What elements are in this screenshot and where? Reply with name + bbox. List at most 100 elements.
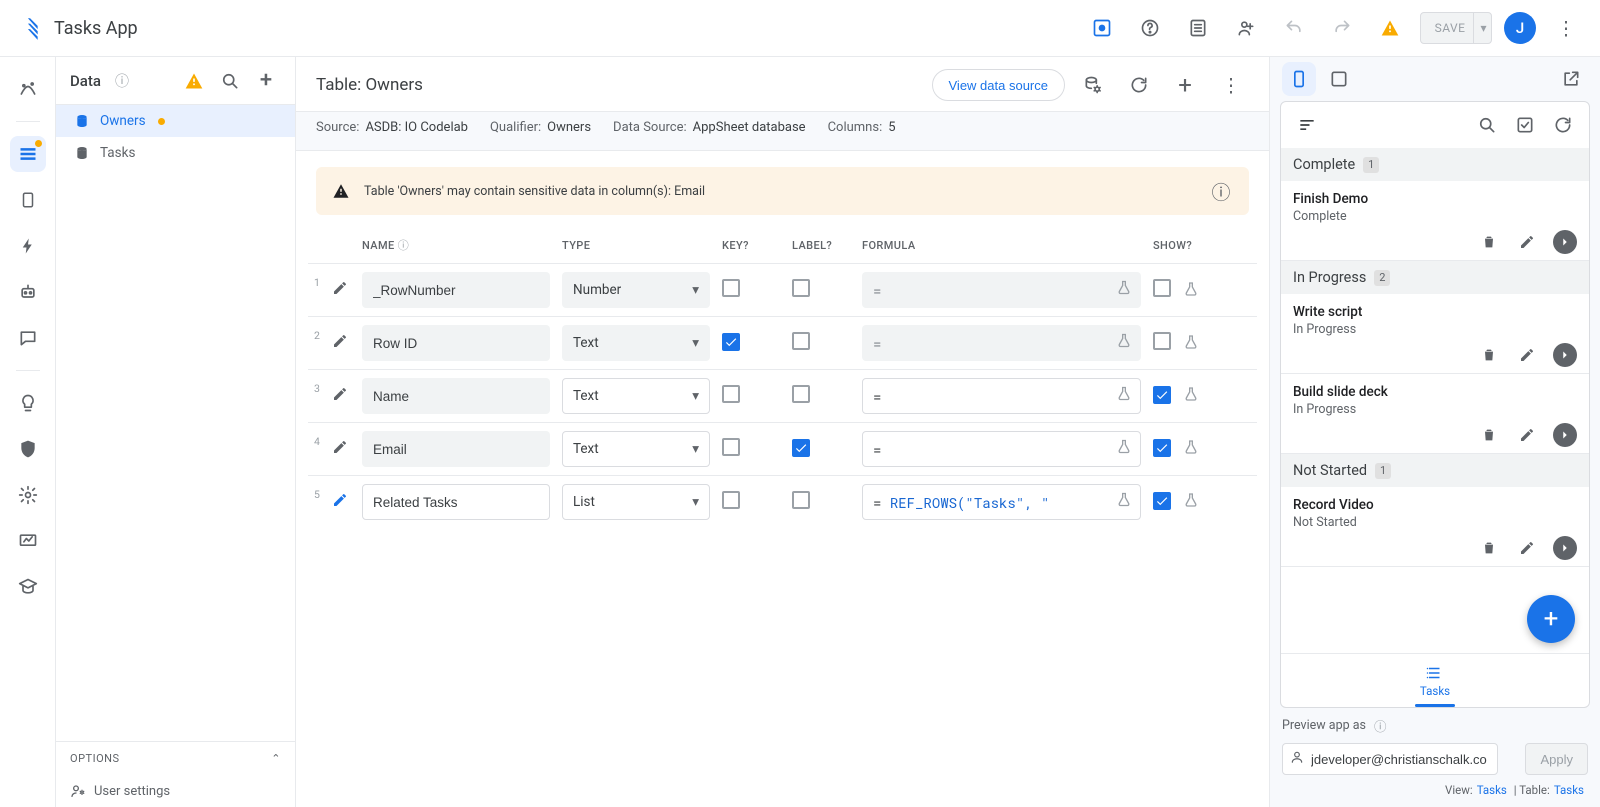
checkbox[interactable] [792,439,810,457]
checkbox[interactable] [722,438,740,456]
column-type-select[interactable]: Text▾ [562,378,710,414]
column-name-input[interactable] [362,431,550,467]
rail-security[interactable] [10,431,46,467]
checkbox[interactable] [1153,386,1171,404]
show-flask-icon[interactable] [1183,439,1199,455]
rail-home[interactable] [10,71,46,107]
save-dropdown-icon[interactable]: ▾ [1473,13,1487,43]
flask-icon[interactable] [1116,333,1132,354]
redo-icon[interactable] [1324,10,1360,46]
panel-add-icon[interactable]: + [251,66,281,96]
show-flask-icon[interactable] [1183,281,1199,297]
edit-icon[interactable] [1515,423,1539,447]
select-all-icon[interactable] [1511,111,1539,139]
edit-row-icon[interactable] [332,387,348,406]
flask-icon[interactable] [1116,492,1132,513]
checkbox[interactable] [722,491,740,509]
table-link[interactable]: Tasks [1554,783,1584,797]
delete-icon[interactable] [1477,423,1501,447]
apply-button[interactable]: Apply [1525,743,1588,775]
info-icon[interactable]: ⓘ [107,66,137,96]
rail-automation[interactable] [10,274,46,310]
app-refresh-icon[interactable] [1549,111,1577,139]
view-data-source-button[interactable]: View data source [932,69,1066,101]
help-icon[interactable] [1132,10,1168,46]
checkbox[interactable] [722,333,740,351]
edit-row-icon[interactable] [332,493,348,512]
column-type-select[interactable]: Number▾ [562,272,710,308]
preview-as-info-icon[interactable]: ⓘ [1374,716,1387,735]
checkbox[interactable] [1153,492,1171,510]
checkbox[interactable] [1153,279,1171,297]
panel-warning-icon[interactable] [179,66,209,96]
open-icon[interactable] [1553,343,1577,367]
undo-icon[interactable] [1276,10,1312,46]
open-external-icon[interactable] [1554,62,1588,96]
checkbox[interactable] [792,385,810,403]
options-toggle[interactable]: OPTIONS ⌃ [56,741,295,775]
open-icon[interactable] [1553,230,1577,254]
account-avatar[interactable]: J [1504,12,1536,44]
delete-icon[interactable] [1477,230,1501,254]
edit-icon[interactable] [1515,230,1539,254]
rail-data[interactable] [10,136,46,172]
edit-icon[interactable] [1515,343,1539,367]
column-name-input[interactable] [362,484,550,520]
bottom-tab-tasks[interactable]: Tasks [1281,653,1589,707]
delete-icon[interactable] [1477,536,1501,560]
deploy-check-icon[interactable] [1084,10,1120,46]
column-type-select[interactable]: Text▾ [562,325,710,361]
share-icon[interactable] [1228,10,1264,46]
rail-intelligence[interactable] [10,385,46,421]
app-search-icon[interactable] [1473,111,1501,139]
sort-icon[interactable] [1293,111,1321,139]
view-link[interactable]: Tasks [1477,783,1507,797]
rail-actions[interactable] [10,228,46,264]
formula-field[interactable]: = [862,378,1141,414]
task-card[interactable]: Record VideoNot Started [1281,487,1589,567]
data-source-item[interactable]: Owners [56,105,295,137]
task-card[interactable]: Build slide deckIn Progress [1281,374,1589,454]
editor-overflow-icon[interactable]: ⋮ [1213,67,1249,103]
task-card[interactable]: Finish DemoComplete [1281,181,1589,261]
edit-row-icon[interactable] [332,334,348,353]
show-flask-icon[interactable] [1183,386,1199,402]
column-name-input[interactable] [362,272,550,308]
flask-icon[interactable] [1116,280,1132,301]
preview-as-input[interactable] [1282,743,1498,775]
checkbox[interactable] [1153,439,1171,457]
rail-chat[interactable] [10,320,46,356]
show-flask-icon[interactable] [1183,334,1199,350]
panel-search-icon[interactable] [215,66,245,96]
edit-row-icon[interactable] [332,440,348,459]
column-name-input[interactable] [362,325,550,361]
formula-field[interactable]: = [862,431,1141,467]
task-card[interactable]: Write scriptIn Progress [1281,294,1589,374]
column-type-select[interactable]: Text▾ [562,431,710,467]
checkbox[interactable] [792,332,810,350]
open-icon[interactable] [1553,423,1577,447]
column-name-input[interactable] [362,378,550,414]
delete-icon[interactable] [1477,343,1501,367]
flask-icon[interactable] [1116,386,1132,407]
device-mobile-icon[interactable] [1282,62,1316,96]
user-settings[interactable]: User settings [56,775,295,807]
formula-field[interactable]: = [862,272,1141,308]
checkbox[interactable] [722,279,740,297]
device-tablet-icon[interactable] [1322,62,1356,96]
rail-monitor[interactable] [10,523,46,559]
checkbox[interactable] [1153,332,1171,350]
fab-add[interactable]: + [1527,595,1575,643]
show-flask-icon[interactable] [1183,492,1199,508]
column-type-select[interactable]: List▾ [562,484,710,520]
edit-icon[interactable] [1515,536,1539,560]
edit-row-icon[interactable] [332,281,348,300]
checkbox[interactable] [792,491,810,509]
warnings-icon[interactable] [1372,10,1408,46]
overflow-icon[interactable]: ⋮ [1548,10,1584,46]
rail-settings[interactable] [10,477,46,513]
formula-field[interactable]: = REF_ROWS("Tasks", " [862,484,1141,520]
formula-field[interactable]: = [862,325,1141,361]
save-button[interactable]: SAVE ▾ [1420,12,1492,44]
rail-learn[interactable] [10,569,46,605]
